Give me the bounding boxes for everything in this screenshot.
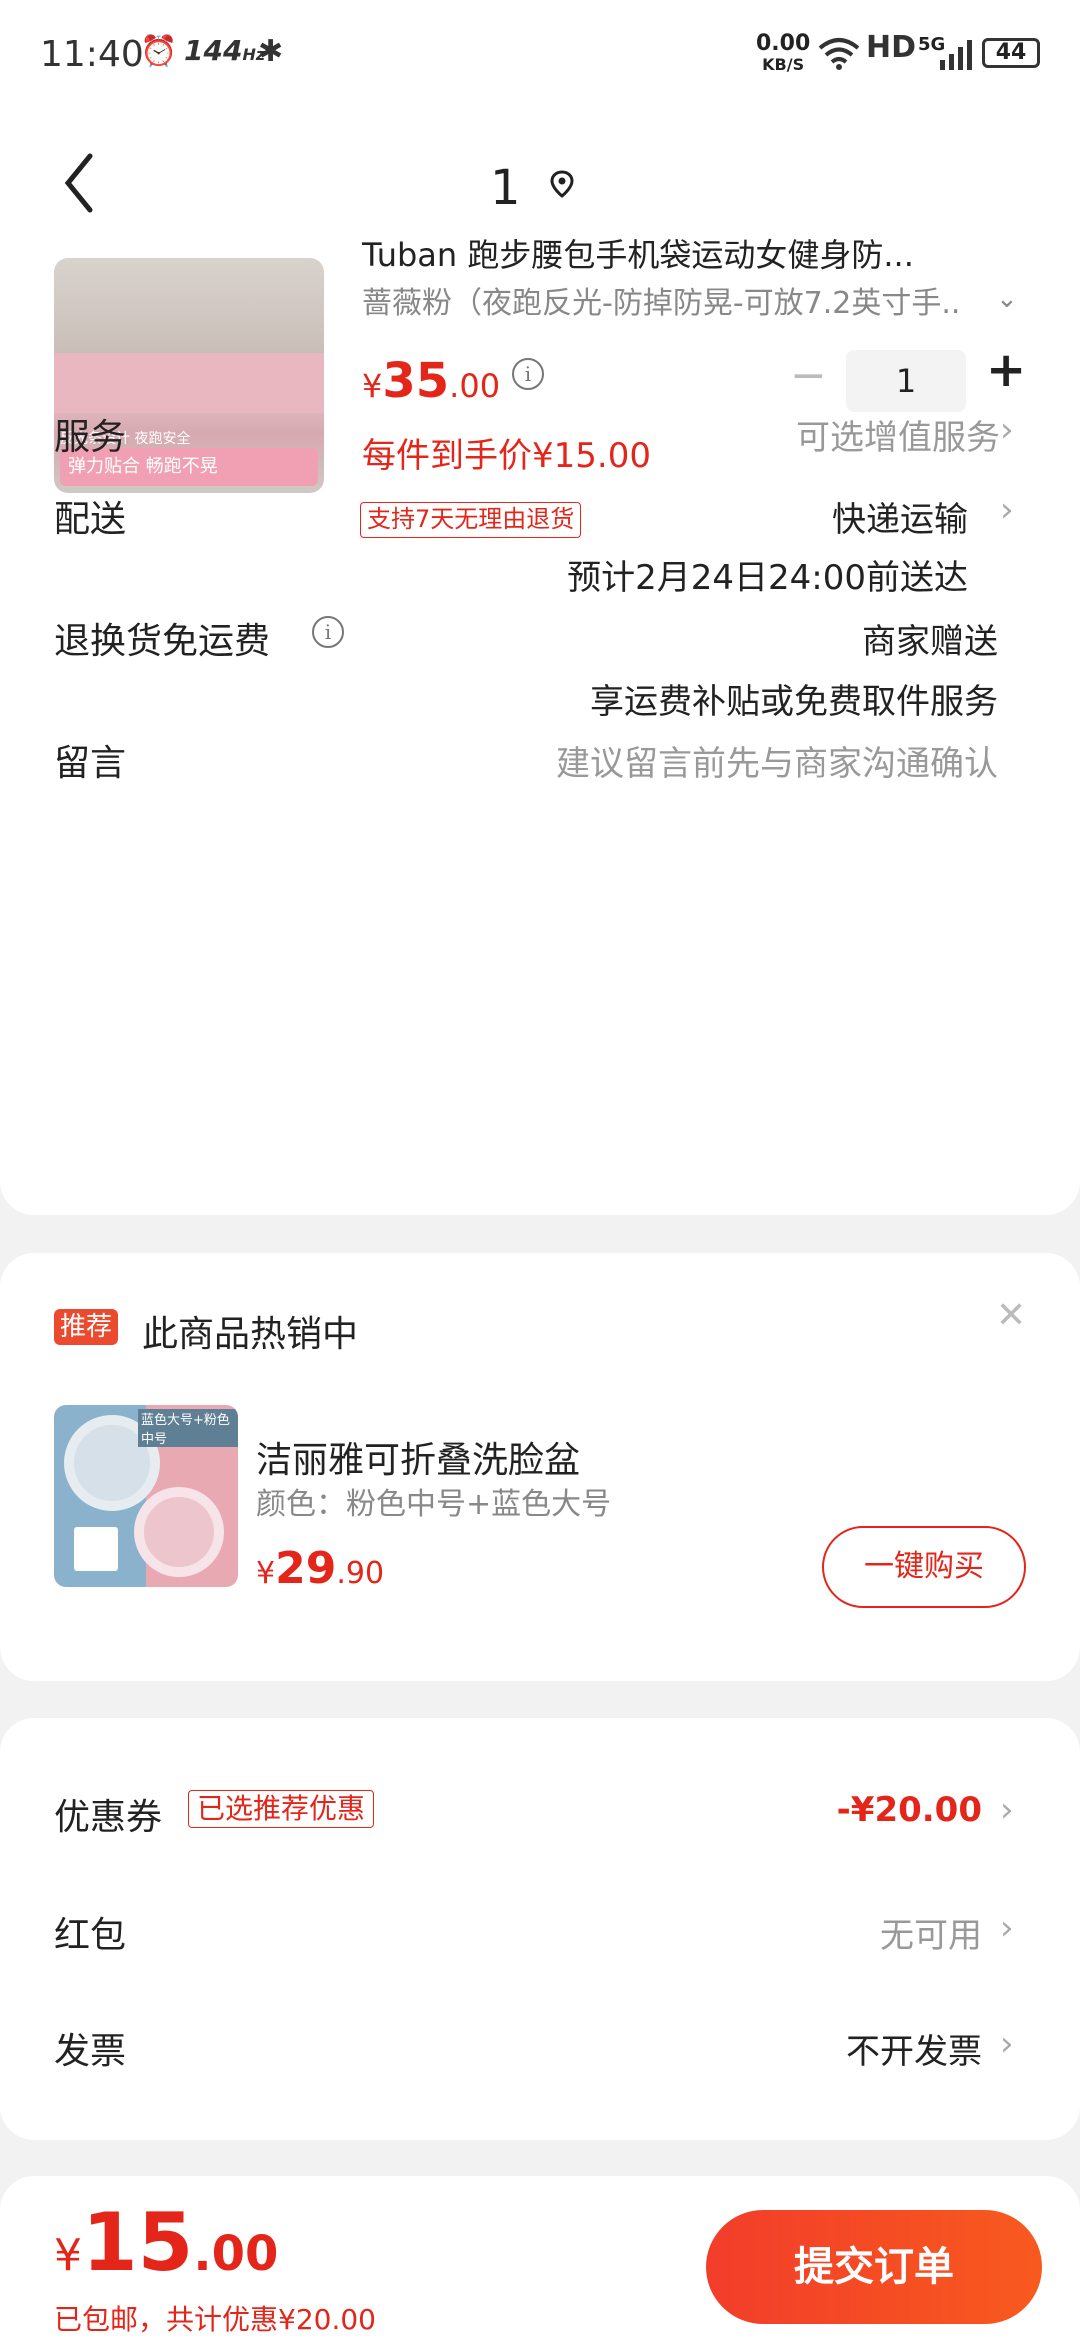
coupon-selected-badge: 已选推荐优惠 xyxy=(188,1790,375,1828)
bluetooth-icon: ✱ xyxy=(258,34,284,69)
product-title[interactable]: Tuban 跑步腰包手机袋运动女健身防... xyxy=(362,230,1022,276)
return-info-icon[interactable]: i xyxy=(312,616,344,648)
delivery-chevron-icon[interactable]: › xyxy=(1000,490,1014,530)
chevron-down-icon[interactable]: ⌄ xyxy=(996,284,1018,314)
quantity-input[interactable]: 1 xyxy=(846,350,966,412)
total-price: ¥15.00 xyxy=(54,2196,279,2289)
message-label: 留言 xyxy=(54,743,127,784)
product-image-band xyxy=(54,353,324,413)
return-policy-badge: 支持7天无理由退货 xyxy=(360,502,582,538)
return-shipping-value: 商家赠送 xyxy=(862,622,998,662)
product-price: ¥35.00 xyxy=(362,353,501,409)
service-chevron-icon[interactable]: › xyxy=(1000,410,1014,450)
coupon-label: 优惠券 xyxy=(54,1797,163,1838)
recommend-product-name[interactable]: 洁丽雅可折叠洗脸盆 xyxy=(256,1431,580,1483)
delivery-value[interactable]: 快递运输 xyxy=(832,492,968,541)
recommend-title: 此商品热销中 xyxy=(142,1314,359,1355)
total-discount-summary: 已包邮，共计优惠¥20.00 xyxy=(54,2303,376,2336)
recommend-product-price: ¥29.90 xyxy=(256,1543,385,1594)
invoice-label: 发票 xyxy=(54,2031,127,2072)
recommend-card: 推荐 此商品热销中 ✕ 蓝色大号+粉色中号 洁丽雅可折叠洗脸盆 颜色：粉色中号+… xyxy=(0,1253,1080,1681)
order-card: 反光条设计 夜跑安全 弹力贴合 畅跑不晃 Tuban 跑步腰包手机袋运动女健身防… xyxy=(0,236,1080,1215)
battery-icon: 44 xyxy=(982,38,1040,68)
price-info-icon[interactable]: i xyxy=(512,358,544,390)
close-icon[interactable]: ✕ xyxy=(996,1295,1026,1336)
net-speed: 0.00 KB/S xyxy=(756,31,811,75)
redpacket-label: 红包 xyxy=(54,1915,127,1956)
tag-card-shape xyxy=(74,1527,118,1571)
status-bar: 11:40 ⏰ 144Hz ✱ 0.00 KB/S HD 5G 44 xyxy=(0,0,1080,110)
invoice-value[interactable]: 不开发票 xyxy=(846,2024,982,2073)
service-value[interactable]: 可选增值服务 xyxy=(796,410,1000,459)
recommend-image-caption: 蓝色大号+粉色中号 xyxy=(138,1409,238,1447)
product-variant[interactable]: 蔷薇粉（夜跑反光-防掉防晃-可放7.2英寸手... xyxy=(362,278,962,322)
back-icon[interactable] xyxy=(50,148,110,218)
alarm-icon: ⏰ xyxy=(140,34,178,69)
basin-pink-shape xyxy=(134,1487,224,1577)
one-click-buy-button[interactable]: 一键购买 xyxy=(822,1526,1026,1608)
return-shipping-label: 退换货免运费 xyxy=(54,621,271,662)
coupon-chevron-icon[interactable]: › xyxy=(1000,1790,1014,1830)
return-shipping-desc: 享运费补贴或免费取件服务 xyxy=(590,682,998,722)
refresh-rate: 144Hz xyxy=(184,34,266,67)
status-time: 11:40 xyxy=(40,34,144,75)
signal-icon xyxy=(940,40,972,70)
submit-order-button[interactable]: 提交订单 xyxy=(706,2210,1042,2324)
recommend-badge: 推荐 xyxy=(54,1309,119,1345)
redpacket-chevron-icon[interactable]: › xyxy=(1000,1908,1014,1948)
unit-final-price: 每件到手价¥15.00 xyxy=(362,436,651,476)
redpacket-value[interactable]: 无可用 xyxy=(880,1908,982,1957)
invoice-chevron-icon[interactable]: › xyxy=(1000,2024,1014,2064)
message-input[interactable]: 建议留言前先与商家沟通确认 xyxy=(556,736,998,785)
page-title: 1 xyxy=(490,160,521,216)
service-row-label: 服务 xyxy=(54,417,127,458)
coupon-value[interactable]: -¥20.00 xyxy=(837,1790,982,1830)
delivery-label: 配送 xyxy=(54,499,127,540)
checkout-bar: ¥15.00 已包邮，共计优惠¥20.00 提交订单 xyxy=(0,2176,1080,2340)
hd-label: HD xyxy=(866,30,917,65)
recommend-product-spec: 颜色：粉色中号+蓝色大号 xyxy=(256,1487,612,1522)
quantity-increase-button[interactable]: + xyxy=(986,342,1026,398)
recommend-product-image[interactable]: 蓝色大号+粉色中号 xyxy=(54,1405,238,1587)
quantity-decrease-button[interactable]: − xyxy=(790,350,827,401)
discounts-card: 优惠券 已选推荐优惠 -¥20.00 › 红包 无可用 › 发票 不开发票 › xyxy=(0,1718,1080,2140)
location-pin-icon[interactable] xyxy=(548,170,576,198)
nav-bar: 1 xyxy=(0,110,1080,250)
wifi-icon xyxy=(818,38,860,70)
delivery-eta: 预计2月24日24:00前送达 xyxy=(567,558,968,598)
